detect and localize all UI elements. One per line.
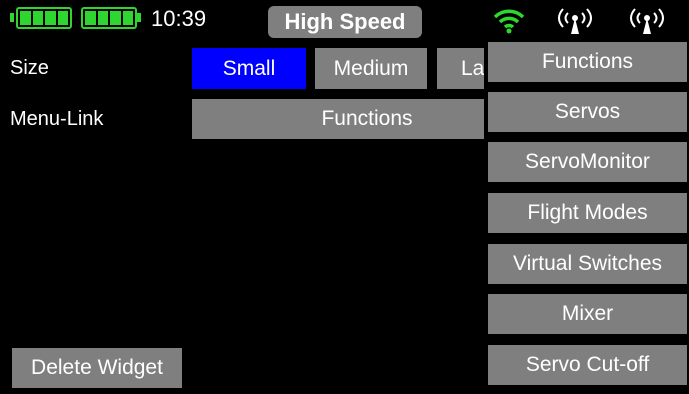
antenna-icon-2 — [621, 5, 673, 35]
mode-badge: High Speed — [268, 6, 422, 38]
dropdown-item-virtual-switches[interactable]: Virtual Switches — [488, 244, 687, 284]
wifi-icon — [493, 7, 525, 35]
size-option-medium[interactable]: Medium — [315, 48, 427, 89]
battery-nub-1 — [10, 13, 14, 22]
antenna-icon-1 — [549, 5, 601, 35]
clock: 10:39 — [151, 6, 207, 31]
dropdown-item-servo-cut-off[interactable]: Servo Cut-off — [488, 345, 687, 385]
dropdown-item-servomonitor[interactable]: ServoMonitor — [488, 142, 687, 182]
dropdown-item-functions[interactable]: Functions — [488, 42, 687, 82]
delete-widget-button[interactable]: Delete Widget — [12, 348, 182, 388]
battery-icon-2 — [81, 7, 137, 29]
dropdown-item-flight-modes[interactable]: Flight Modes — [488, 193, 687, 233]
battery-icon-1 — [16, 7, 72, 29]
menu-link-label: Menu-Link — [10, 108, 104, 130]
dropdown-item-servos[interactable]: Servos — [488, 92, 687, 132]
battery-nub-2 — [137, 13, 141, 22]
size-label: Size — [10, 57, 49, 79]
dropdown-item-mixer[interactable]: Mixer — [488, 294, 687, 334]
size-option-small[interactable]: Small — [192, 48, 306, 89]
